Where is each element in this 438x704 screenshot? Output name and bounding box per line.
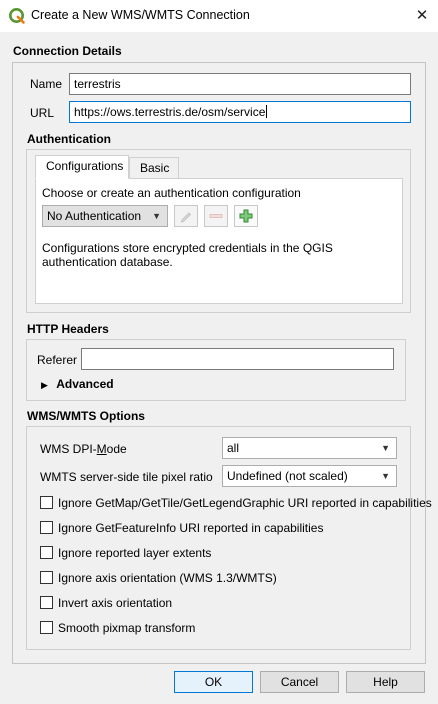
tab-configurations-label: Configurations bbox=[46, 159, 124, 173]
pixel-ratio-label: WMTS server-side tile pixel ratio bbox=[40, 470, 213, 484]
chevron-down-icon: ▼ bbox=[152, 211, 161, 221]
dpi-mode-value: all bbox=[227, 441, 240, 455]
ignore-axis-orientation-checkbox[interactable] bbox=[40, 571, 53, 584]
url-input[interactable]: https://ows.terrestris.de/osm/service bbox=[69, 101, 411, 123]
ignore-layer-extents-checkbox[interactable] bbox=[40, 546, 53, 559]
edit-config-button[interactable] bbox=[174, 205, 198, 227]
pixel-ratio-value: Undefined (not scaled) bbox=[227, 469, 348, 483]
auth-config-selected: No Authentication bbox=[47, 209, 142, 223]
name-label: Name bbox=[30, 77, 63, 91]
authentication-heading: Authentication bbox=[27, 132, 111, 146]
invert-axis-orientation-checkbox[interactable] bbox=[40, 596, 53, 609]
wms-options-heading: WMS/WMTS Options bbox=[27, 409, 145, 423]
connection-details-heading: Connection Details bbox=[13, 44, 122, 58]
tab-basic-label: Basic bbox=[140, 161, 170, 175]
url-label: URL bbox=[30, 106, 55, 120]
dpi-mode-label: WMS DPI-Mode bbox=[40, 442, 127, 456]
auth-prompt: Choose or create an authentication confi… bbox=[42, 186, 301, 200]
referer-label: Referer bbox=[37, 353, 78, 367]
pixel-ratio-select[interactable]: Undefined (not scaled) ▼ bbox=[222, 465, 397, 487]
chevron-down-icon: ▼ bbox=[381, 471, 390, 481]
ignore-getfeatureinfo-uri-label: Ignore GetFeatureInfo URI reported in ca… bbox=[58, 521, 324, 535]
tab-configurations[interactable]: Configurations bbox=[35, 155, 129, 179]
ignore-getmap-uri-label: Ignore GetMap/GetTile/GetLegendGraphic U… bbox=[58, 496, 432, 510]
referer-input[interactable] bbox=[81, 348, 394, 370]
window-title: Create a New WMS/WMTS Connection bbox=[31, 8, 250, 22]
ok-button[interactable]: OK bbox=[174, 671, 253, 693]
ignore-getmap-uri-checkbox[interactable] bbox=[40, 496, 53, 509]
http-headers-heading: HTTP Headers bbox=[27, 322, 109, 336]
wms-options-group bbox=[26, 426, 411, 650]
smooth-pixmap-checkbox[interactable] bbox=[40, 621, 53, 634]
cancel-button[interactable]: Cancel bbox=[260, 671, 339, 693]
name-input[interactable]: terrestris bbox=[69, 73, 411, 95]
ignore-layer-extents-label: Ignore reported layer extents bbox=[58, 546, 212, 560]
qgis-logo-icon bbox=[9, 8, 25, 24]
text-cursor bbox=[266, 105, 268, 118]
triangle-right-icon: ▶ bbox=[41, 380, 48, 390]
auth-note: Configurations store encrypted credentia… bbox=[42, 241, 333, 269]
smooth-pixmap-label: Smooth pixmap transform bbox=[58, 621, 196, 635]
close-icon[interactable]: ✕ bbox=[410, 4, 434, 28]
dpi-mode-select[interactable]: all ▼ bbox=[222, 437, 397, 459]
remove-config-button[interactable] bbox=[204, 205, 228, 227]
help-button[interactable]: Help bbox=[346, 671, 425, 693]
remove-icon bbox=[209, 214, 223, 218]
ignore-axis-orientation-label: Ignore axis orientation (WMS 1.3/WMTS) bbox=[58, 571, 277, 585]
ignore-getfeatureinfo-uri-checkbox[interactable] bbox=[40, 521, 53, 534]
add-config-button[interactable] bbox=[234, 205, 258, 227]
pencil-icon bbox=[180, 212, 192, 223]
tab-basic[interactable]: Basic bbox=[129, 157, 179, 179]
advanced-label: Advanced bbox=[56, 377, 114, 391]
advanced-toggle[interactable]: ▶ Advanced bbox=[41, 377, 114, 391]
auth-config-select[interactable]: No Authentication ▼ bbox=[42, 205, 168, 227]
chevron-down-icon: ▼ bbox=[381, 443, 390, 453]
invert-axis-orientation-label: Invert axis orientation bbox=[58, 596, 173, 610]
add-icon bbox=[239, 209, 253, 223]
url-value: https://ows.terrestris.de/osm/service bbox=[74, 105, 266, 119]
